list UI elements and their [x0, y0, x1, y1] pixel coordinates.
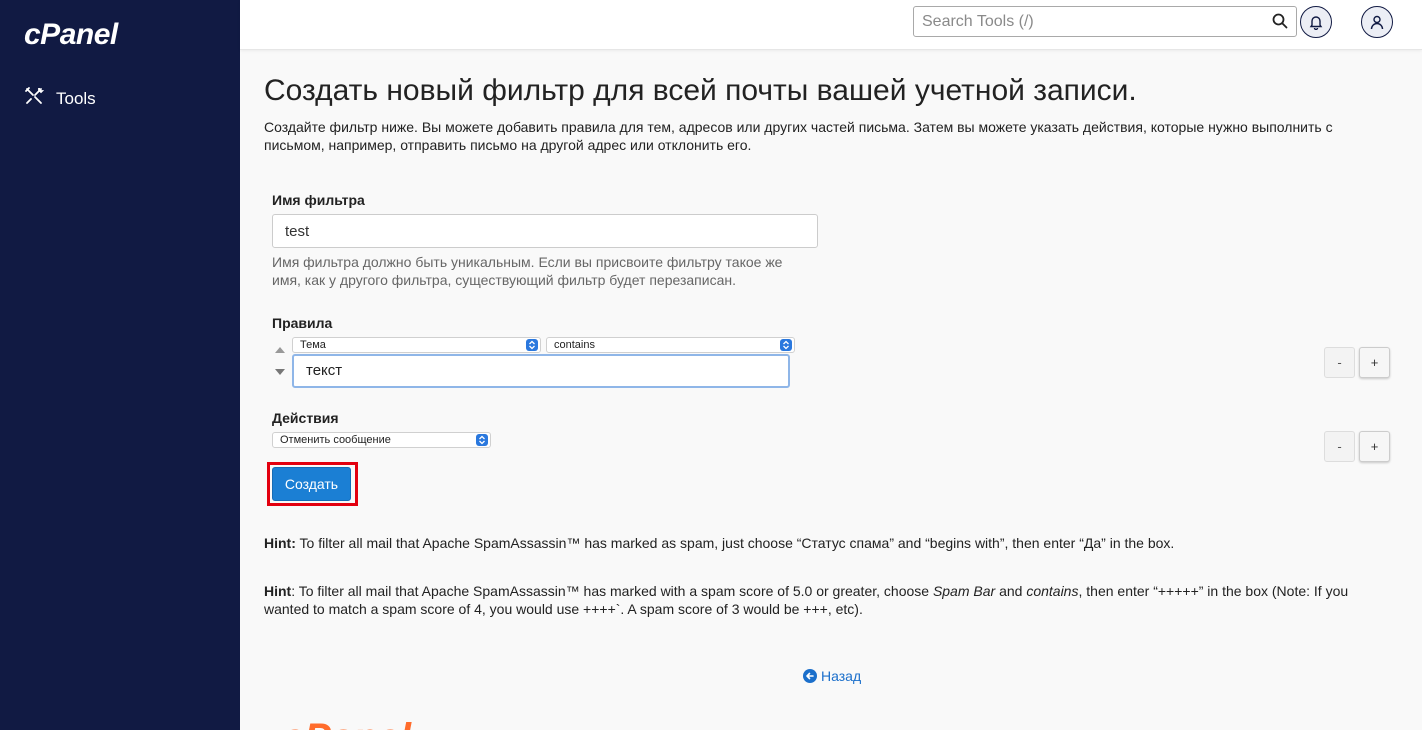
hint-text: To filter all mail that Apache SpamAssas… [295, 535, 1175, 551]
hint-spam-score: Hint: To filter all mail that Apache Spa… [264, 582, 1394, 618]
sidebar: cPanel Tools [0, 0, 240, 730]
select-chevron-icon [526, 339, 538, 351]
hint-text: : To filter all mail that Apache SpamAss… [291, 583, 933, 599]
back-link-label: Назад [821, 668, 862, 684]
search-input[interactable] [914, 7, 1254, 36]
search-box[interactable] [913, 6, 1297, 37]
move-rule-down-icon[interactable] [275, 369, 285, 375]
user-menu-button[interactable] [1361, 6, 1393, 38]
search-icon[interactable] [1272, 13, 1288, 29]
bell-icon [1309, 16, 1323, 30]
arrow-left-circle-icon [803, 669, 817, 683]
hint-spam-status: Hint: To filter all mail that Apache Spa… [264, 534, 1394, 552]
footer-logo-text: cPanel [282, 718, 412, 730]
hint-emphasis: Spam Bar [932, 583, 996, 599]
cpanel-logo[interactable]: cPanel [24, 18, 118, 52]
add-rule-button[interactable]: + [1359, 347, 1390, 378]
move-rule-up-icon[interactable] [275, 347, 285, 353]
rule-match-select[interactable]: contains [546, 337, 795, 353]
action-select[interactable]: Отменить сообщение [272, 432, 491, 448]
create-button[interactable]: Создать [272, 467, 351, 501]
sidebar-item-label: Tools [56, 88, 96, 108]
page-description: Создайте фильтр ниже. Вы можете добавить… [264, 119, 1333, 153]
action-value: Отменить сообщение [280, 434, 391, 446]
add-action-button[interactable]: + [1359, 431, 1390, 462]
actions-label: Действия [272, 410, 339, 426]
filter-name-label: Имя фильтра [272, 192, 365, 208]
hint-text: and [995, 583, 1027, 599]
remove-rule-button[interactable]: - [1324, 347, 1355, 378]
rule-value-input[interactable]: текст [292, 354, 790, 388]
filter-name-input[interactable] [272, 214, 818, 248]
user-icon [1370, 15, 1384, 30]
rule-part-value: Тема [300, 339, 326, 351]
select-chevron-icon [780, 339, 792, 351]
top-bar [240, 0, 1422, 50]
rule-part-select[interactable]: Тема [292, 337, 541, 353]
hint-prefix: Hint: [264, 535, 296, 551]
back-link[interactable]: Назад [803, 668, 861, 684]
page-title: Создать новый фильтр для всей почты ваше… [264, 74, 1137, 107]
sidebar-item-tools[interactable]: Tools [24, 86, 96, 111]
select-chevron-icon [476, 434, 488, 446]
notifications-button[interactable] [1300, 6, 1332, 38]
tools-icon [24, 86, 45, 111]
rule-match-value: contains [554, 339, 595, 351]
rules-label: Правила [272, 315, 333, 331]
footer-cpanel-logo: cPanel [282, 718, 412, 730]
filter-name-help: Имя фильтра должно быть уникальным. Если… [272, 254, 783, 288]
hint-emphasis: contains [1026, 583, 1079, 599]
create-button-highlight: Создать [267, 462, 358, 506]
hint-prefix: Hint [264, 583, 292, 599]
remove-action-button[interactable]: - [1324, 431, 1355, 462]
